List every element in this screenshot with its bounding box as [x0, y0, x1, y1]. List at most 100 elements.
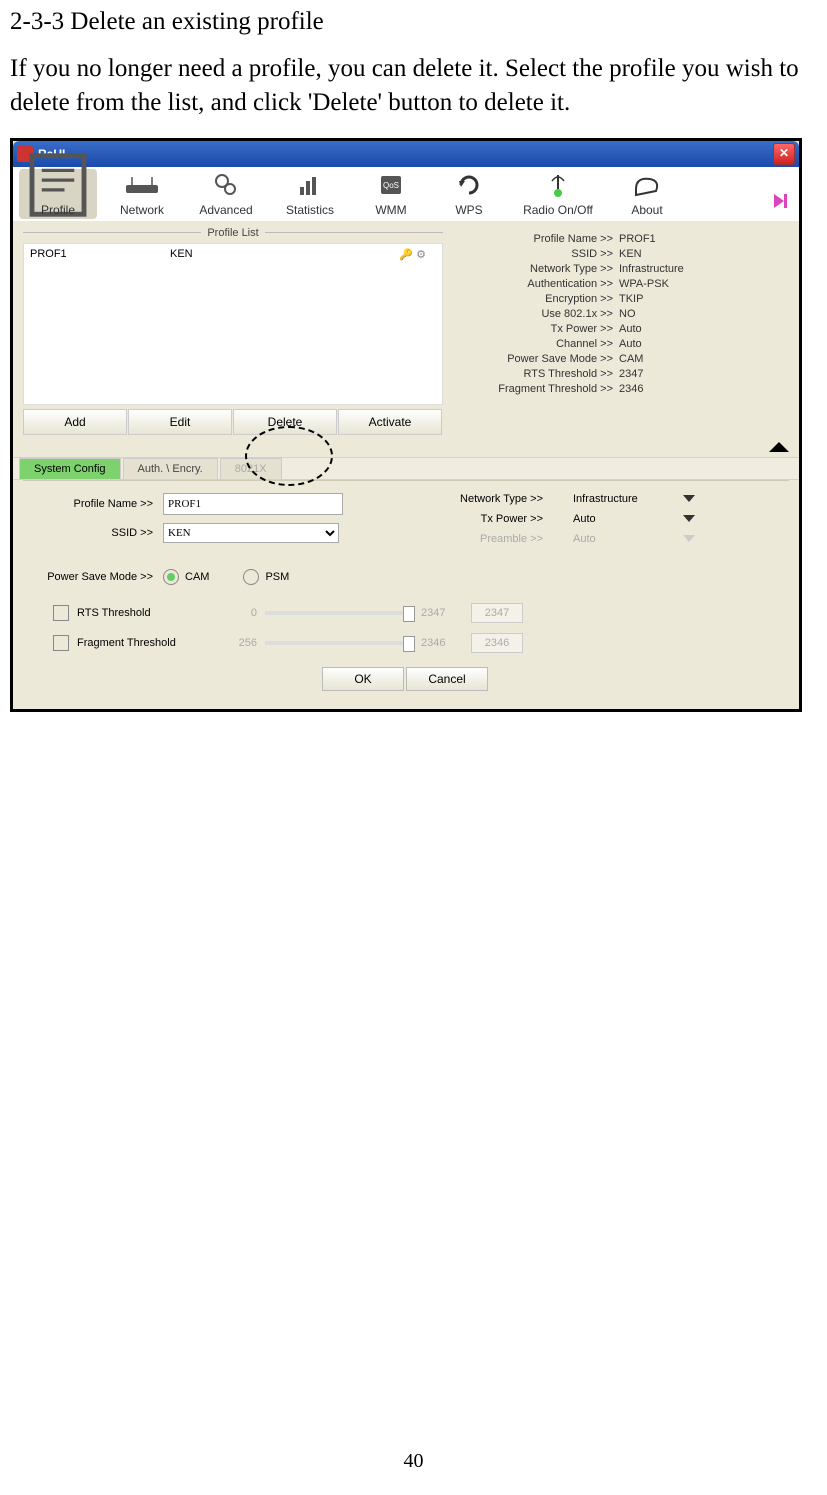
- profile-row[interactable]: PROF1 KEN 🔑 ⚙: [24, 244, 442, 264]
- detail-value: 2347: [619, 368, 643, 380]
- window-titlebar: RaUI ✕: [13, 141, 799, 167]
- refresh-icon: [433, 169, 505, 201]
- tab-wps-label: WPS: [433, 201, 505, 219]
- tab-wps[interactable]: WPS: [433, 169, 505, 219]
- tab-profile[interactable]: Profile: [19, 169, 97, 219]
- detail-label: Use 802.1x >>: [483, 308, 613, 320]
- qos-icon: QoS: [355, 169, 427, 201]
- tab-auth-encry[interactable]: Auth. \ Encry.: [123, 458, 218, 479]
- profile-content: Profile List PROF1 KEN 🔑 ⚙ Add Edit Dele…: [13, 221, 799, 439]
- window-title: RaUI: [38, 147, 773, 161]
- tab-wmm-label: WMM: [355, 201, 427, 219]
- tab-advanced[interactable]: Advanced: [187, 169, 265, 219]
- config-body: Profile Name >> SSID >> KEN Power Save Mo…: [13, 481, 799, 709]
- activate-button[interactable]: Activate: [338, 409, 442, 435]
- rts-value-output: 2347: [471, 603, 523, 623]
- ssid-field-label: SSID >>: [23, 527, 153, 539]
- detail-value: CAM: [619, 353, 643, 365]
- tab-8021x: 8021X: [220, 458, 282, 479]
- detail-value: NO: [619, 308, 636, 320]
- psm-label: Power Save Mode >>: [23, 571, 153, 583]
- profile-list-panel: Profile List PROF1 KEN 🔑 ⚙ Add Edit Dele…: [23, 225, 443, 435]
- rts-slider[interactable]: [265, 611, 415, 615]
- detail-value: TKIP: [619, 293, 643, 305]
- profile-name-cell: PROF1: [30, 248, 170, 260]
- rts-min: 0: [227, 607, 257, 619]
- edit-button[interactable]: Edit: [128, 409, 232, 435]
- detail-value: Auto: [619, 323, 642, 335]
- cam-radio-label: CAM: [185, 571, 209, 583]
- app-window: RaUI ✕ Profile Network Advanced Statisti…: [10, 138, 802, 712]
- profile-list-label: Profile List: [201, 227, 264, 239]
- main-toolbar: Profile Network Advanced Statistics QoS …: [13, 167, 799, 221]
- frag-label: Fragment Threshold: [77, 637, 227, 649]
- psm-radio-label: PSM: [265, 571, 289, 583]
- tab-radio[interactable]: Radio On/Off: [511, 169, 605, 219]
- config-tabs: System Config Auth. \ Encry. 8021X: [13, 457, 799, 480]
- add-button[interactable]: Add: [23, 409, 127, 435]
- tab-network-label: Network: [103, 201, 181, 219]
- delete-button[interactable]: Delete: [233, 409, 337, 435]
- detail-label: Encryption >>: [483, 293, 613, 305]
- ssid-select[interactable]: KEN: [163, 523, 339, 543]
- tab-system-config[interactable]: System Config: [19, 458, 121, 479]
- radio-icon: [511, 169, 605, 201]
- body-text: If you no longer need a profile, you can…: [10, 52, 817, 120]
- detail-value: Auto: [619, 338, 642, 350]
- detail-label: RTS Threshold >>: [483, 368, 613, 380]
- tab-about[interactable]: About: [611, 169, 683, 219]
- psm-radio[interactable]: [243, 569, 259, 585]
- detail-label: Channel >>: [483, 338, 613, 350]
- profile-name-field-label: Profile Name >>: [23, 498, 153, 510]
- router-icon: [103, 169, 181, 201]
- profile-icon: [19, 169, 97, 201]
- detail-value: 2346: [619, 383, 643, 395]
- cam-radio[interactable]: [163, 569, 179, 585]
- chevron-down-icon: [683, 515, 695, 522]
- detail-label: Authentication >>: [483, 278, 613, 290]
- collapse-toggle[interactable]: [13, 439, 799, 457]
- detail-value: PROF1: [619, 233, 656, 245]
- profile-detail-panel: Profile Name >>PROF1 SSID >>KEN Network …: [443, 225, 789, 435]
- tab-statistics-label: Statistics: [271, 201, 349, 219]
- profile-name-input[interactable]: [163, 493, 343, 515]
- frag-checkbox[interactable]: [53, 635, 69, 651]
- detail-label: Network Type >>: [483, 263, 613, 275]
- tx-power-label: Tx Power >>: [413, 513, 543, 525]
- page-number: 40: [0, 1450, 827, 1473]
- detail-label: SSID >>: [483, 248, 613, 260]
- next-arrow-button[interactable]: [771, 183, 793, 219]
- about-icon: [611, 169, 683, 201]
- tab-statistics[interactable]: Statistics: [271, 169, 349, 219]
- stats-icon: [271, 169, 349, 201]
- gear-icon: [187, 169, 265, 201]
- cancel-button[interactable]: Cancel: [406, 667, 488, 691]
- detail-label: Fragment Threshold >>: [483, 383, 613, 395]
- frag-value-output: 2346: [471, 633, 523, 653]
- tab-network[interactable]: Network: [103, 169, 181, 219]
- section-heading: 2-3-3 Delete an existing profile: [10, 8, 817, 36]
- profile-ssid-cell: KEN: [170, 248, 310, 260]
- network-type-dropdown[interactable]: Infrastructure: [573, 493, 695, 505]
- profile-row-icons: 🔑 ⚙: [399, 248, 426, 261]
- detail-value: KEN: [619, 248, 642, 260]
- tab-wmm[interactable]: QoS WMM: [355, 169, 427, 219]
- chevron-down-icon: [683, 495, 695, 502]
- tab-radio-label: Radio On/Off: [511, 201, 605, 219]
- network-type-label: Network Type >>: [413, 493, 543, 505]
- ok-button[interactable]: OK: [322, 667, 404, 691]
- tx-power-dropdown[interactable]: Auto: [573, 513, 695, 525]
- preamble-dropdown: Auto: [573, 533, 695, 545]
- preamble-label: Preamble >>: [413, 533, 543, 545]
- profile-list[interactable]: PROF1 KEN 🔑 ⚙: [23, 243, 443, 405]
- rts-checkbox[interactable]: [53, 605, 69, 621]
- detail-label: Tx Power >>: [483, 323, 613, 335]
- tab-advanced-label: Advanced: [187, 201, 265, 219]
- frag-min: 256: [227, 637, 257, 649]
- close-button[interactable]: ✕: [773, 143, 795, 165]
- rts-label: RTS Threshold: [77, 607, 227, 619]
- tab-about-label: About: [611, 201, 683, 219]
- detail-value: Infrastructure: [619, 263, 684, 275]
- chevron-down-icon: [683, 535, 695, 542]
- frag-slider[interactable]: [265, 641, 415, 645]
